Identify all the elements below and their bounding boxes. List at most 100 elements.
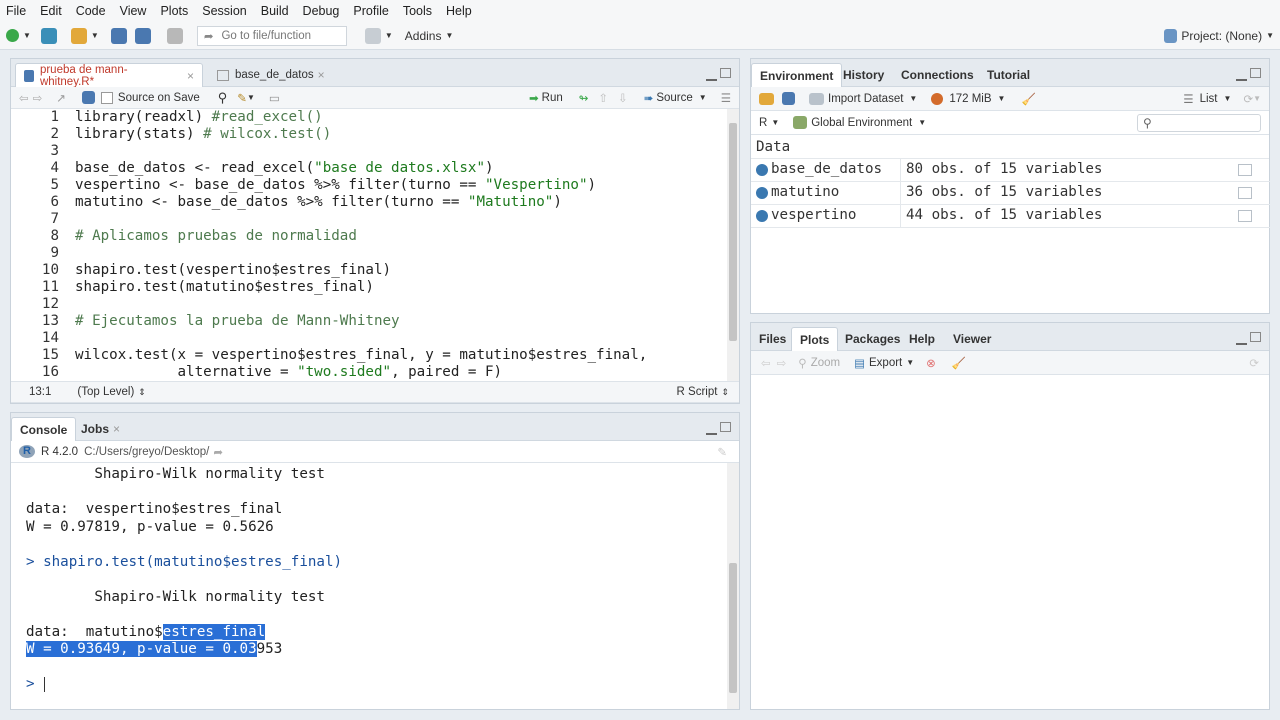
chevron-down-icon[interactable]: ▼ [1266, 31, 1274, 40]
console-window-controls[interactable] [703, 421, 733, 435]
zoom-button[interactable]: Zoom [811, 357, 840, 369]
back-arrow-icon[interactable]: ⇦ [19, 91, 29, 105]
clear-plots-icon[interactable]: 🧹 [952, 356, 966, 370]
expand-icon[interactable] [756, 164, 768, 176]
tab-data[interactable]: base_de_datos × [209, 63, 333, 87]
chevron-updown-icon[interactable]: ⇕ [138, 387, 146, 398]
tab-jobs[interactable]: Jobs × [73, 417, 128, 441]
memory-usage[interactable]: 172 MiB [949, 93, 991, 105]
editor-window-controls[interactable] [703, 67, 733, 81]
console-output[interactable]: Shapiro-Wilk normality test data: vespert… [11, 463, 727, 709]
chevron-down-icon[interactable]: ▼ [247, 93, 255, 102]
chevron-down-icon[interactable]: ▼ [906, 358, 914, 367]
chevron-down-icon[interactable]: ▼ [771, 118, 779, 127]
chevron-down-icon[interactable]: ▼ [91, 31, 99, 40]
chevron-down-icon[interactable]: ▼ [445, 31, 453, 40]
tab-viewer[interactable]: Viewer [945, 327, 999, 351]
menu-item-help[interactable]: Help [446, 4, 472, 18]
editor-scrollbar[interactable] [727, 109, 739, 381]
scope-selector[interactable]: Global Environment [811, 117, 912, 129]
chevron-updown-icon[interactable]: ⇕ [721, 387, 729, 398]
chevron-down-icon[interactable]: ▼ [23, 31, 31, 40]
grid-layout-icon[interactable] [364, 27, 381, 44]
chevron-down-icon[interactable]: ▼ [1224, 94, 1232, 103]
forward-arrow-icon[interactable]: ⇨ [33, 91, 43, 105]
environment-row[interactable]: vespertino 44 obs. of 15 variables [751, 205, 1270, 228]
run-button[interactable]: Run [542, 92, 563, 104]
show-in-window-icon[interactable]: ↗ [56, 91, 66, 105]
chevron-down-icon[interactable]: ▼ [385, 31, 393, 40]
goto-file-input[interactable]: ➦ Go to file/function [196, 25, 347, 46]
close-icon[interactable]: × [318, 68, 325, 82]
console-prompt[interactable]: > [26, 675, 45, 693]
clear-broom-icon[interactable]: 🧹 [1021, 92, 1035, 106]
down-arrow-icon[interactable]: ⇩ [618, 91, 628, 105]
code-editor[interactable]: 1 library(readxl) #read_excel() 2 library(s… [11, 109, 727, 381]
search-icon[interactable]: ⚲ [218, 90, 228, 106]
save-workspace-icon[interactable] [782, 92, 795, 105]
chevron-down-icon[interactable]: ▼ [909, 94, 917, 103]
tab-environment[interactable]: Environment [751, 63, 843, 87]
save-all-icon[interactable] [134, 27, 151, 44]
compile-report-icon[interactable]: ▭ [269, 91, 280, 105]
menu-item-profile[interactable]: Profile [353, 4, 388, 18]
tab-history[interactable]: History [835, 63, 892, 87]
tab-tutorial[interactable]: Tutorial [979, 63, 1038, 87]
previous-plot-icon[interactable]: ⇦ [761, 356, 771, 370]
view-mode-selector[interactable]: List [1200, 93, 1218, 105]
outline-icon[interactable]: ☰ [721, 91, 731, 105]
open-file-icon[interactable] [70, 27, 87, 44]
up-arrow-icon[interactable]: ⇧ [598, 91, 608, 105]
tab-plots[interactable]: Plots [791, 327, 839, 351]
chevron-down-icon[interactable]: ▼ [918, 118, 926, 127]
import-dataset-button[interactable]: Import Dataset [828, 93, 903, 105]
tab-console[interactable]: Console [11, 417, 77, 441]
remove-plot-icon[interactable]: ⊗ [926, 356, 936, 370]
print-icon[interactable] [166, 27, 183, 44]
expand-icon[interactable] [756, 187, 768, 199]
environment-search-input[interactable]: ⚲ [1137, 113, 1261, 132]
tab-connections[interactable]: Connections [893, 63, 982, 87]
next-plot-icon[interactable]: ⇨ [777, 356, 787, 370]
save-icon[interactable] [81, 91, 95, 104]
new-file-icon[interactable] [6, 29, 19, 42]
close-icon[interactable]: × [187, 69, 194, 83]
refresh-icon[interactable]: ⟳ [1243, 92, 1253, 106]
export-menu[interactable]: Export [869, 357, 902, 369]
project-menu[interactable]: Project: (None) [1181, 29, 1262, 43]
view-grid-icon[interactable] [1238, 187, 1252, 199]
menu-item-view[interactable]: View [120, 4, 147, 18]
new-project-icon[interactable] [40, 27, 57, 44]
menu-item-plots[interactable]: Plots [160, 4, 188, 18]
env-window-controls[interactable] [1233, 67, 1263, 81]
tab-files[interactable]: Files [751, 327, 794, 351]
language-selector[interactable]: R [759, 117, 767, 129]
source-button[interactable]: Source [656, 92, 692, 104]
menu-item-edit[interactable]: Edit [40, 4, 62, 18]
view-grid-icon[interactable] [1238, 210, 1252, 222]
menu-item-tools[interactable]: Tools [403, 4, 432, 18]
code-tools-icon[interactable]: ✎ [237, 91, 247, 105]
tab-packages[interactable]: Packages [837, 327, 908, 351]
clear-console-icon[interactable]: ✎ [717, 445, 727, 459]
tab-script[interactable]: prueba de mann-whitney.R* × [15, 63, 203, 88]
tab-help[interactable]: Help [901, 327, 943, 351]
files-window-controls[interactable] [1233, 331, 1263, 345]
addins-menu[interactable]: Addins [405, 29, 442, 43]
scope-selector[interactable]: (Top Level) [77, 386, 134, 398]
chevron-down-icon[interactable]: ▼ [998, 94, 1006, 103]
save-icon[interactable] [110, 27, 127, 44]
expand-icon[interactable] [756, 210, 768, 222]
load-workspace-icon[interactable] [759, 92, 774, 105]
file-type-selector[interactable]: R Script [677, 386, 718, 398]
menu-item-build[interactable]: Build [261, 4, 289, 18]
close-icon[interactable]: × [113, 422, 120, 436]
menu-item-code[interactable]: Code [76, 4, 106, 18]
goto-dir-icon[interactable]: ➦ [213, 445, 223, 459]
menu-item-session[interactable]: Session [202, 4, 246, 18]
menu-item-file[interactable]: File [6, 4, 26, 18]
source-on-save-checkbox[interactable] [100, 91, 113, 104]
console-scrollbar[interactable] [727, 463, 739, 709]
menu-item-debug[interactable]: Debug [303, 4, 340, 18]
rerun-icon[interactable]: ↬ [579, 91, 589, 105]
